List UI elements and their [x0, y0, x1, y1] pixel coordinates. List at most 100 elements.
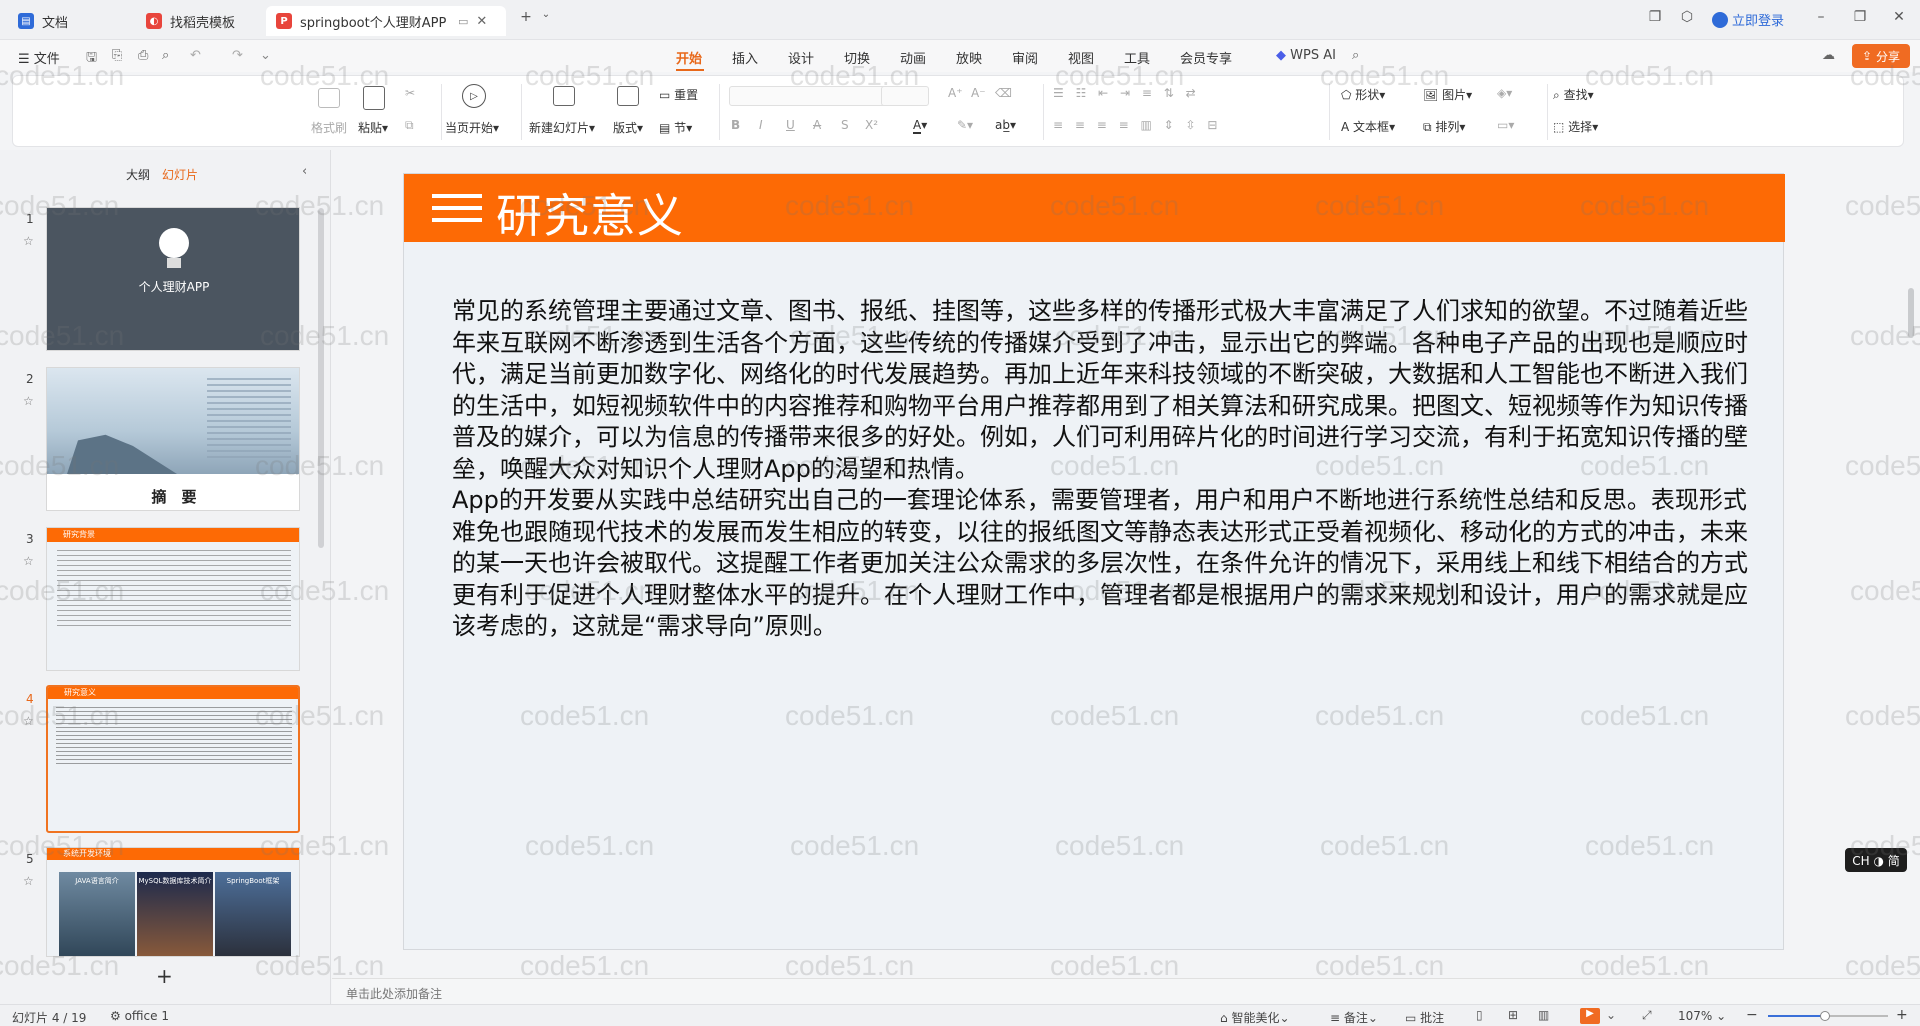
character-spacing-icon[interactable]: ab̲▾	[995, 118, 1016, 132]
slide-scrollbar[interactable]	[1906, 150, 1916, 976]
chevron-down-icon[interactable]: ⌄	[1606, 1008, 1616, 1022]
clear-format-icon[interactable]: ⌫	[995, 86, 1012, 100]
save-icon[interactable]: 🖫	[86, 48, 97, 70]
strikethrough-icon[interactable]: A	[813, 118, 821, 132]
print-icon[interactable]: ⎙	[138, 48, 148, 63]
from-current-slide-button[interactable]: 当页开始▾	[445, 119, 499, 136]
grid-view-icon[interactable]: ⊞	[1508, 1008, 1518, 1022]
star-icon[interactable]: ☆	[23, 234, 34, 248]
print-preview-icon[interactable]: ⌕	[162, 48, 169, 63]
picture-button[interactable]: 🖼 图片▾	[1423, 86, 1472, 103]
superscript-icon[interactable]: X²	[865, 118, 878, 132]
menu-review[interactable]: 审阅	[1012, 48, 1038, 67]
menu-animation[interactable]: 动画	[900, 48, 926, 67]
slide-thumbnail-4[interactable]: 研究意义	[46, 685, 300, 833]
collapse-panel-icon[interactable]: ‹	[302, 164, 307, 179]
comments-button[interactable]: ▭ 批注	[1405, 1009, 1444, 1026]
theme-name[interactable]: ⚙ office 1	[110, 1009, 169, 1023]
scrollbar-thumb[interactable]	[1908, 288, 1914, 338]
new-slide-button[interactable]: 新建幻灯片▾	[529, 119, 595, 136]
star-icon[interactable]: ☆	[23, 874, 34, 888]
font-grow-icon[interactable]: A⁺	[948, 86, 963, 100]
format-painter-button[interactable]: 格式刷	[311, 119, 347, 136]
shape-button[interactable]: ⬠ 形状▾	[1341, 86, 1385, 103]
font-family-select[interactable]	[729, 86, 891, 106]
font-shrink-icon[interactable]: A⁻	[971, 86, 986, 100]
minimize-icon[interactable]: –	[1810, 9, 1832, 25]
tab-slides[interactable]: 幻灯片	[162, 166, 198, 183]
redo-icon[interactable]: ↷	[232, 48, 243, 63]
slide-thumbnail-5[interactable]: 系统开发环境 JAVA语言简介 MySQL数据库技术简介 SpringBoot框…	[46, 847, 300, 957]
tab-presentation[interactable]: P springboot个人理财APP PF ▭ ✕	[266, 6, 506, 36]
chevron-down-icon[interactable]: ⌄	[260, 48, 271, 63]
new-tab-icon[interactable]: +	[515, 9, 537, 25]
cube-icon[interactable]: ⬡	[1676, 9, 1698, 25]
notes-area[interactable]: 单击此处添加备注	[332, 978, 1920, 1004]
underline-icon[interactable]: U	[786, 118, 795, 132]
slide-thumbnail-3[interactable]: 研究背景	[46, 527, 300, 671]
panel-scrollbar[interactable]	[318, 208, 324, 548]
highlight-icon[interactable]: ✎▾	[957, 118, 973, 132]
login-button[interactable]: 立即登录	[1712, 10, 1784, 29]
normal-view-icon[interactable]: ▯	[1476, 1008, 1483, 1022]
close-tab-icon[interactable]: ✕	[476, 14, 487, 29]
slide-thumbnail-1[interactable]: 个人理财APP	[46, 207, 300, 351]
zoom-slider-handle[interactable]	[1820, 1011, 1830, 1021]
textbox-button[interactable]: A 文本框▾	[1341, 118, 1395, 135]
bold-icon[interactable]: B	[731, 118, 740, 132]
add-slide-button[interactable]: +	[156, 964, 173, 988]
monitor-icon[interactable]: ▭	[458, 15, 468, 28]
undo-icon[interactable]: ↶	[190, 48, 201, 63]
section-button[interactable]: ▤ 节▾	[659, 119, 692, 136]
menu-slideshow[interactable]: 放映	[956, 48, 982, 67]
menu-membership[interactable]: 会员专享	[1180, 48, 1232, 67]
menu-tools[interactable]: 工具	[1124, 48, 1150, 67]
zoom-level[interactable]: 107% ⌄	[1678, 1009, 1726, 1023]
menu-design[interactable]: 设计	[788, 48, 814, 67]
outline-icon[interactable]: ▭▾	[1497, 118, 1514, 132]
select-button[interactable]: ⬚ 选择▾	[1553, 118, 1598, 135]
reset-button[interactable]: ▭ 重置	[659, 86, 698, 103]
share-button[interactable]: ⇪ 分享	[1852, 44, 1910, 68]
slide-canvas[interactable]: 研究意义 常见的系统管理主要通过文章、图书、报纸、挂图等，这些多样的传播形式极大…	[403, 173, 1785, 950]
menu-insert[interactable]: 插入	[732, 48, 758, 67]
zoom-in-icon[interactable]: +	[1896, 1007, 1908, 1023]
wps-ai-button[interactable]: ◆ WPS AI	[1276, 48, 1336, 63]
fit-window-icon[interactable]: ⤢	[1642, 1008, 1652, 1023]
fill-icon[interactable]: ◈▾	[1497, 86, 1512, 100]
slide-title[interactable]: 研究意义	[496, 180, 684, 246]
smart-beautify-button[interactable]: ⌂ 智能美化⌄	[1220, 1009, 1290, 1026]
zoom-out-icon[interactable]: −	[1746, 1007, 1758, 1023]
slide-thumbnail-2[interactable]: 摘 要	[46, 367, 300, 511]
menu-view[interactable]: 视图	[1068, 48, 1094, 67]
paragraph-icons-row1[interactable]: ☰ ☷ ⇤ ⇥ ≡ ⇅ ⇄	[1053, 86, 1200, 100]
cloud-upload-icon[interactable]: ☁	[1822, 48, 1835, 63]
font-color-icon[interactable]: A▾	[913, 118, 927, 134]
cut-icon[interactable]: ✂	[405, 86, 415, 100]
font-size-select[interactable]	[881, 86, 929, 106]
menu-transition[interactable]: 切换	[844, 48, 870, 67]
find-button[interactable]: ⌕ 查找▾	[1553, 86, 1594, 103]
restore-icon[interactable]: ❐	[1849, 9, 1871, 25]
chevron-down-icon[interactable]: ⌄	[535, 9, 557, 20]
reading-view-icon[interactable]: ▥	[1538, 1008, 1549, 1022]
slide-body-text[interactable]: 常见的系统管理主要通过文章、图书、报纸、挂图等，这些多样的传播形式极大丰富满足了…	[452, 296, 1752, 643]
layout-button[interactable]: 版式▾	[613, 119, 643, 136]
play-slideshow-icon[interactable]: ▶	[1580, 1008, 1600, 1024]
shadow-icon[interactable]: S	[841, 118, 849, 132]
star-icon[interactable]: ☆	[23, 554, 34, 568]
italic-icon[interactable]: I	[759, 118, 763, 132]
export-icon[interactable]: ⎘	[112, 48, 122, 63]
paragraph-icons-row2[interactable]: ≡ ≡ ≡ ≡ ▥ ⇕ ⇳ ⊟	[1053, 118, 1221, 132]
file-menu[interactable]: ☰ 文件	[18, 48, 60, 67]
search-icon[interactable]: ⌕	[1352, 48, 1359, 63]
star-icon[interactable]: ☆	[23, 714, 34, 728]
ime-indicator[interactable]: CH ◑ 简	[1845, 848, 1907, 872]
menu-home[interactable]: 开始	[676, 48, 702, 67]
tab-documents[interactable]: ▤ 文档	[8, 6, 128, 36]
tab-templates[interactable]: ◐ 找稻壳模板	[136, 6, 260, 36]
arrange-button[interactable]: ⧉ 排列▾	[1423, 118, 1465, 135]
window-layout-icon[interactable]: ❐	[1644, 9, 1666, 25]
copy-icon[interactable]: ⧉	[405, 118, 414, 133]
tab-outline[interactable]: 大纲	[126, 166, 150, 183]
